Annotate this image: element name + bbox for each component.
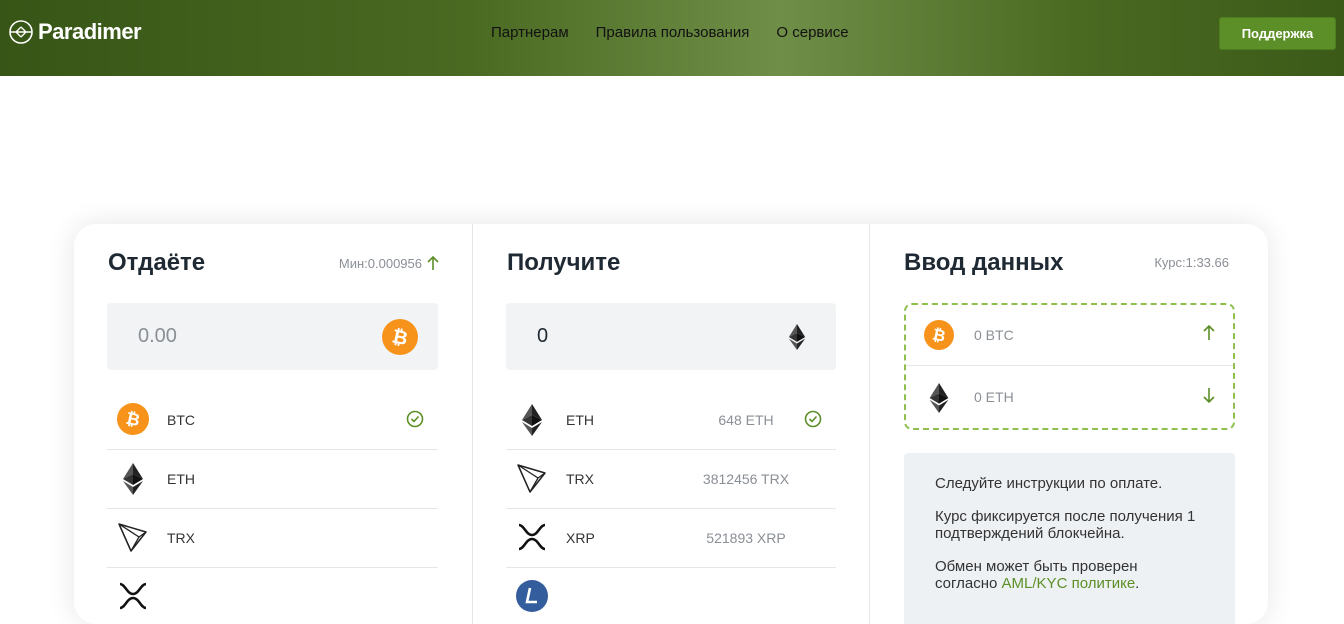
arrow-up-icon (1203, 324, 1215, 340)
give-coin-eth[interactable]: ETH (107, 450, 438, 509)
support-button[interactable]: Поддержка (1219, 17, 1336, 50)
receive-coin-ltc[interactable] (506, 568, 836, 624)
coin-symbol: TRX (167, 530, 195, 546)
xrp-icon (518, 523, 546, 551)
exchange-card: Отдаёте Мин:0.000956 0.00 ₿ ₿ BTC ETH TR… (74, 224, 1268, 624)
coin-reserve: 521893 XRP (706, 530, 786, 546)
receive-coin-eth[interactable]: ETH 648 ETH (506, 391, 836, 450)
nav-terms[interactable]: Правила пользования (596, 24, 750, 42)
btc-icon: ₿ (382, 319, 418, 355)
coin-symbol: BTC (167, 412, 195, 428)
receive-coin-trx[interactable]: TRX 3812456 TRX (506, 450, 836, 509)
nav-partners[interactable]: Партнерам (491, 24, 569, 42)
summary-give-row: ₿ 0 BTC (906, 305, 1233, 366)
btc-icon: ₿ (117, 403, 149, 435)
exchange-summary-box: ₿ 0 BTC 0 ETH (904, 303, 1235, 430)
trx-icon (517, 464, 546, 493)
arrow-down-icon (1203, 388, 1215, 404)
exchange-rate: Курс:1:33.66 (1154, 255, 1229, 270)
coin-symbol: XRP (566, 530, 595, 546)
give-coin-xrp[interactable] (107, 568, 438, 624)
selected-check-icon (804, 410, 822, 428)
trx-icon (118, 523, 147, 552)
eth-icon (788, 324, 806, 350)
receive-title: Получите (507, 249, 621, 276)
give-column: Отдаёте Мин:0.000956 0.00 ₿ ₿ BTC ETH TR… (74, 224, 472, 624)
give-coin-btc[interactable]: ₿ BTC (107, 391, 438, 450)
main-nav: Партнерам Правила пользования О сервисе (491, 24, 849, 42)
nav-about[interactable]: О сервисе (776, 24, 848, 42)
eth-icon (522, 404, 542, 436)
btc-icon: ₿ (924, 320, 954, 350)
receive-column: Получите 0 ETH 648 ETH TRX 3812456 TRX X… (472, 224, 869, 624)
give-amount-input[interactable]: 0.00 (138, 325, 177, 348)
data-entry-title: Ввод данных (904, 249, 1064, 276)
give-coin-trx[interactable]: TRX (107, 509, 438, 568)
receive-amount-input[interactable]: 0 (537, 325, 548, 348)
top-bar: Paradimer Партнерам Правила пользования … (0, 0, 1344, 76)
min-label: Мин:0.000956 (338, 255, 422, 271)
brand-name: Paradimer (38, 19, 142, 44)
coin-symbol: ETH (566, 412, 594, 428)
coin-reserve: 3812456 TRX (702, 471, 790, 487)
ltc-icon (516, 580, 548, 612)
xrp-icon (119, 582, 147, 610)
brand-logo[interactable]: Paradimer (8, 19, 142, 45)
summary-receive-amount: 0 ETH (974, 389, 1014, 405)
min-amount: Мин:0.000956 (339, 255, 440, 271)
give-title: Отдаёте (108, 249, 206, 276)
data-entry-column: Ввод данных Курс:1:33.66 ₿ 0 BTC 0 ETH С… (869, 224, 1268, 624)
instruction-text: Курс фиксируется после получения 1 подтв… (935, 508, 1196, 542)
aml-kyc-link[interactable]: AML/KYC политике (1002, 575, 1136, 592)
receive-coin-xrp[interactable]: XRP 521893 XRP (506, 509, 836, 568)
coin-symbol: TRX (566, 471, 594, 487)
selected-check-icon (406, 410, 424, 428)
coin-symbol: ETH (167, 471, 195, 487)
give-coin-list: ₿ BTC ETH TRX (107, 391, 438, 624)
summary-receive-row: 0 ETH (906, 367, 1233, 428)
instructions-panel: Следуйте инструкции по оплате. Курс фикс… (904, 453, 1235, 624)
aml-suffix: . (1135, 575, 1140, 592)
eth-icon (929, 383, 949, 413)
logo-icon (9, 20, 33, 44)
summary-give-amount: 0 BTC (974, 327, 1014, 343)
arrow-up-icon (427, 255, 439, 270)
receive-coin-list: ETH 648 ETH TRX 3812456 TRX XRP 521893 X… (506, 391, 836, 624)
coin-reserve: 648 ETH (718, 412, 774, 428)
eth-icon (123, 463, 143, 495)
give-amount-box[interactable]: 0.00 ₿ (107, 303, 438, 370)
instruction-text: Следуйте инструкции по оплате. (935, 475, 1163, 492)
aml-notice: Обмен может быть проверен согласно AML/K… (935, 558, 1204, 592)
receive-amount-box[interactable]: 0 (506, 303, 836, 370)
